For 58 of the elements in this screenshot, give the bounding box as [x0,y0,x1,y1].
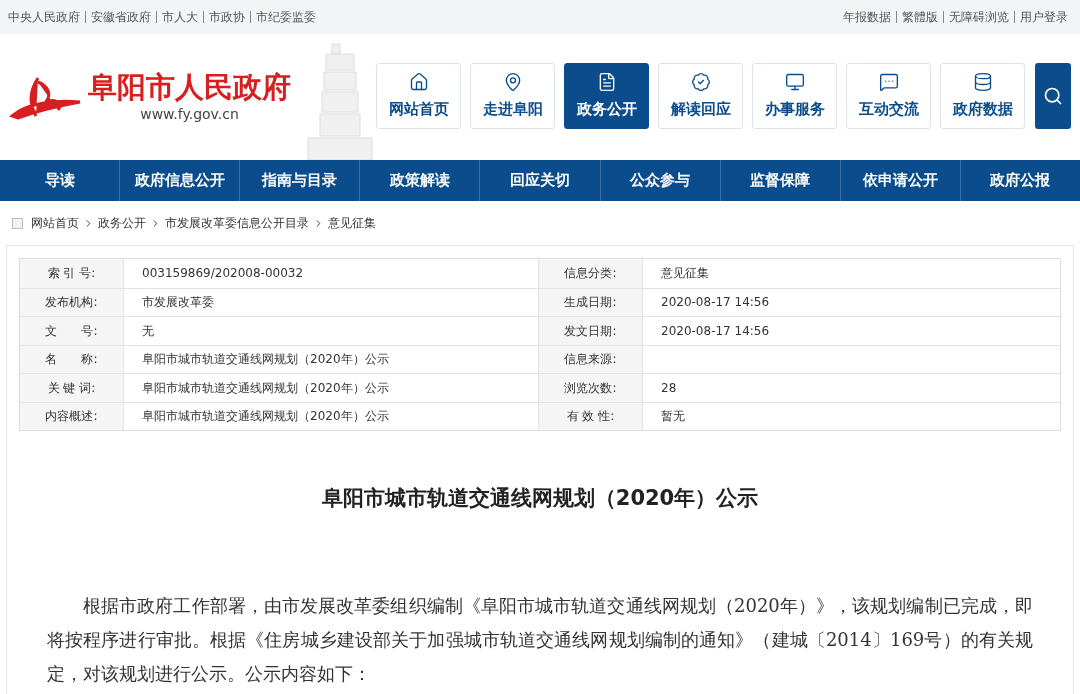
table-cell-text: 2020-08-17 14:56 [660,294,771,312]
nav-link[interactable]: 指南与目录 [240,169,360,192]
home-icon [408,71,429,92]
top-link[interactable]: 市纪委监委 [256,8,316,26]
breadcrumb-link[interactable]: 意见征集 [328,214,376,232]
nav-link[interactable]: 政府信息公开 [120,169,240,192]
chat-icon [878,71,899,92]
table-label: 名 称: [20,345,124,373]
nav-tile[interactable]: 走进阜阳 [470,63,555,129]
breadcrumb-link[interactable]: 市发展改革委信息公开目录 [165,214,309,232]
nav-link[interactable]: 监督保障 [720,169,840,192]
table-cell-text: 暂无 [660,408,686,426]
nav-tile[interactable]: 办事服务 [752,63,837,129]
table-label: 关 键 词: [20,374,124,402]
table-cell-text: 2020-08-17 14:56 [660,322,771,340]
top-link[interactable]: 安徽省政府 [91,8,151,26]
table-label: 信息分类: [539,259,643,288]
breadcrumb-link[interactable]: 网站首页 [31,214,79,232]
site-title: 阜阳市人民政府 [88,69,291,104]
table-label: 信息来源: [539,345,643,373]
top-link[interactable]: 市政协 [209,8,245,26]
table-label: 有 效 性: [539,402,643,430]
article-title: 阜阳市城市轨道交通线网规划（2020年）公示 [320,485,760,512]
top-link[interactable]: 年报数据 [843,8,891,26]
top-link[interactable]: 用户登录 [1020,8,1068,26]
top-link[interactable]: 繁體版 [902,8,938,26]
nav-tile[interactable]: 解读回应 [658,63,743,129]
nav-tile[interactable]: 网站首页 [376,63,461,129]
table-cell-text: 意见征集 [660,265,710,283]
table-label: 索 引 号: [20,259,124,288]
nav-tile[interactable]: 政府数据 [940,63,1025,129]
top-link[interactable]: 中央人民政府 [8,8,80,26]
table-label: 内容概述: [20,402,124,430]
nav-link[interactable]: 公众参与 [600,169,720,192]
search-icon [1043,86,1063,106]
breadcrumb-icon [12,217,23,229]
nav-tile[interactable]: 互动交流 [846,63,931,129]
table-cell-text: 28 [660,379,678,397]
nav-link[interactable]: 依申请公开 [840,169,960,192]
nav-link[interactable]: 回应关切 [480,169,600,192]
nav-link[interactable]: 政府公报 [960,169,1080,192]
nav-link[interactable]: 导读 [0,169,120,192]
top-link[interactable]: 市人大 [162,8,198,26]
top-link[interactable]: 无障碍浏览 [949,8,1009,26]
nav-link[interactable]: 政策解读 [360,169,480,192]
search-button[interactable] [1035,63,1071,129]
table-label: 文 号: [20,317,124,345]
breadcrumb-link[interactable]: 政务公开 [98,214,146,232]
nav-tile[interactable]: 政务公开 [564,63,649,129]
monitor-icon [784,71,805,92]
table-label: 发文日期: [539,317,643,345]
data-icon [972,71,993,92]
article-paragraph: 根据市政府工作部署，由市发展改革委组织编制《阜阳市城市轨道交通线网规划（2020年）》，该规划编制已完成，即将按程序进行审批。根据《住房城乡建设部关于加强城市轨道交通线网规划编制的通知》（建城〔2014〕169号）的有关规定，对该规划进行公示。公示内容如下： [47,593,1033,686]
site-url: www.fy.gov.cn [140,104,239,124]
table-label: 发布机构: [20,288,124,316]
badge-icon [690,71,711,92]
table-label: 浏览次数: [539,374,643,402]
table-label: 生成日期: [539,288,643,316]
